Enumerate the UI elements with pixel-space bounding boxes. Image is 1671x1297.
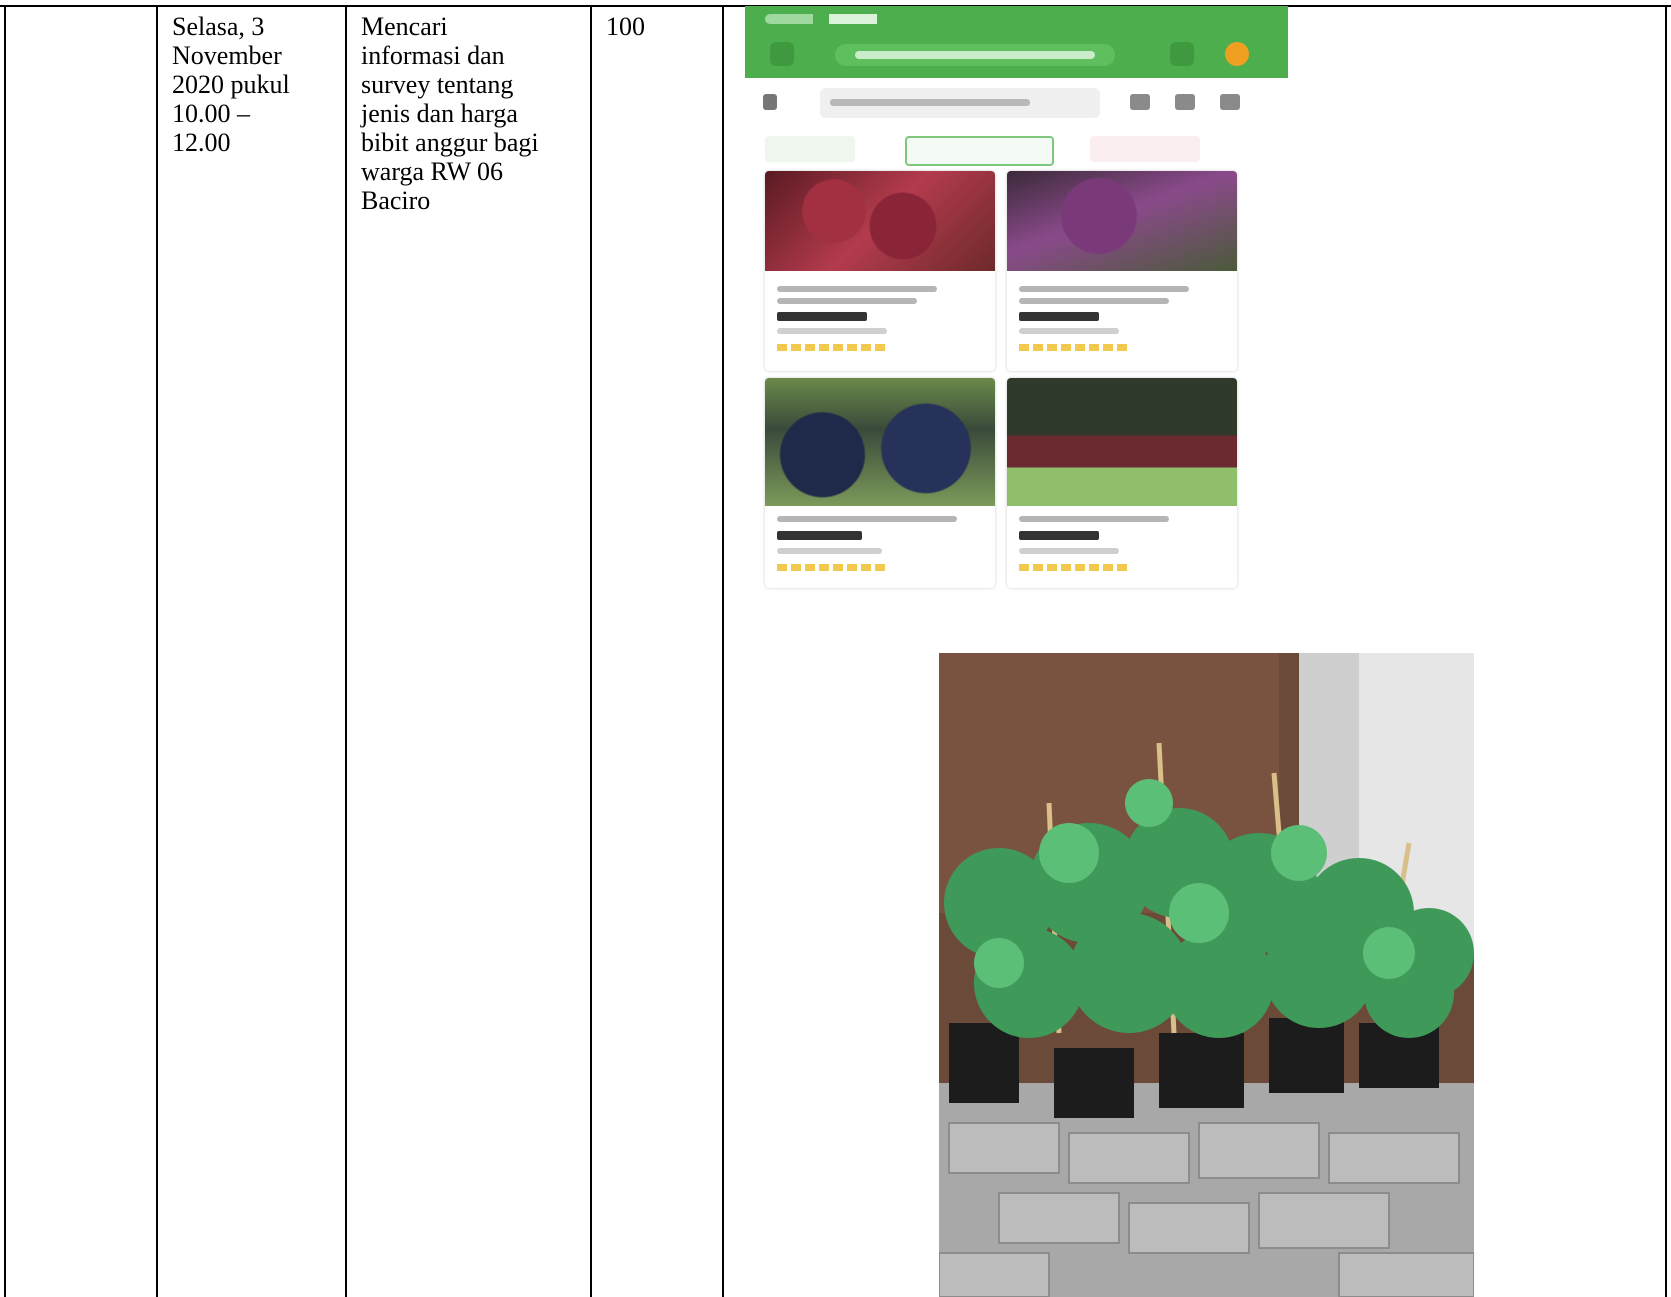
- product-title-blur: [777, 516, 957, 522]
- product-title-blur: [1019, 298, 1169, 304]
- product-title-blur: [1019, 286, 1189, 292]
- cart-icon: [1130, 94, 1150, 110]
- address-text-blur: [855, 51, 1095, 59]
- status-bar-icon: [765, 14, 925, 24]
- product-card-3: [765, 378, 995, 588]
- app-header-bar: [745, 6, 1288, 78]
- table-col-border-1: [156, 5, 158, 1297]
- purple-grapes-image: [1007, 171, 1237, 271]
- grid-icon: [1220, 94, 1240, 110]
- product-price-blur: [1019, 312, 1099, 321]
- store-icon: [1175, 94, 1195, 110]
- rating-stars-icon: [1019, 564, 1129, 571]
- product-title-blur: [1019, 516, 1169, 522]
- profile-icon: [1225, 42, 1249, 66]
- rating-stars-icon: [777, 564, 887, 571]
- seller-info-blur: [1019, 548, 1119, 554]
- product-card-1: [765, 171, 995, 371]
- grape-seedlings-illustration: [939, 653, 1474, 1297]
- table-col-border-4: [722, 5, 724, 1297]
- grape-seedlings-thumbnail: [1007, 378, 1237, 506]
- product-card-4: [1007, 378, 1237, 588]
- product-price-blur: [1019, 531, 1099, 540]
- table-col-border-0: [4, 5, 6, 1297]
- product-title-blur: [777, 298, 917, 304]
- dark-grapes-image: [765, 378, 995, 506]
- date-time-cell: Selasa, 3 November 2020 pukul 10.00 – 12…: [172, 12, 290, 157]
- table-col-border-3: [590, 5, 592, 1297]
- table-col-border-5: [1665, 5, 1667, 1297]
- rating-stars-icon: [1019, 344, 1129, 351]
- menu-icon: [770, 42, 794, 66]
- marketplace-search-screenshot: [745, 6, 1288, 646]
- filter-chip-3: [1090, 136, 1200, 162]
- filter-chip-1: [765, 136, 855, 162]
- rating-stars-icon: [777, 344, 887, 351]
- product-title-blur: [777, 286, 937, 292]
- product-card-2: [1007, 171, 1237, 371]
- product-price-blur: [777, 312, 867, 321]
- table-col-border-2: [345, 5, 347, 1297]
- percentage-cell: 100: [606, 12, 645, 41]
- back-arrow-icon: [763, 94, 777, 110]
- filter-chip-2: [905, 136, 1054, 166]
- product-price-blur: [777, 531, 862, 540]
- seller-info-blur: [1019, 328, 1119, 334]
- seller-info-blur: [777, 548, 882, 554]
- tabs-icon: [1170, 42, 1194, 66]
- grape-seedlings-photo: [939, 653, 1474, 1297]
- seller-info-blur: [777, 328, 887, 334]
- search-text-blur: [830, 99, 1030, 106]
- activity-cell: Mencari informasi dan survey tentang jen…: [361, 12, 539, 215]
- red-grapes-image: [765, 171, 995, 271]
